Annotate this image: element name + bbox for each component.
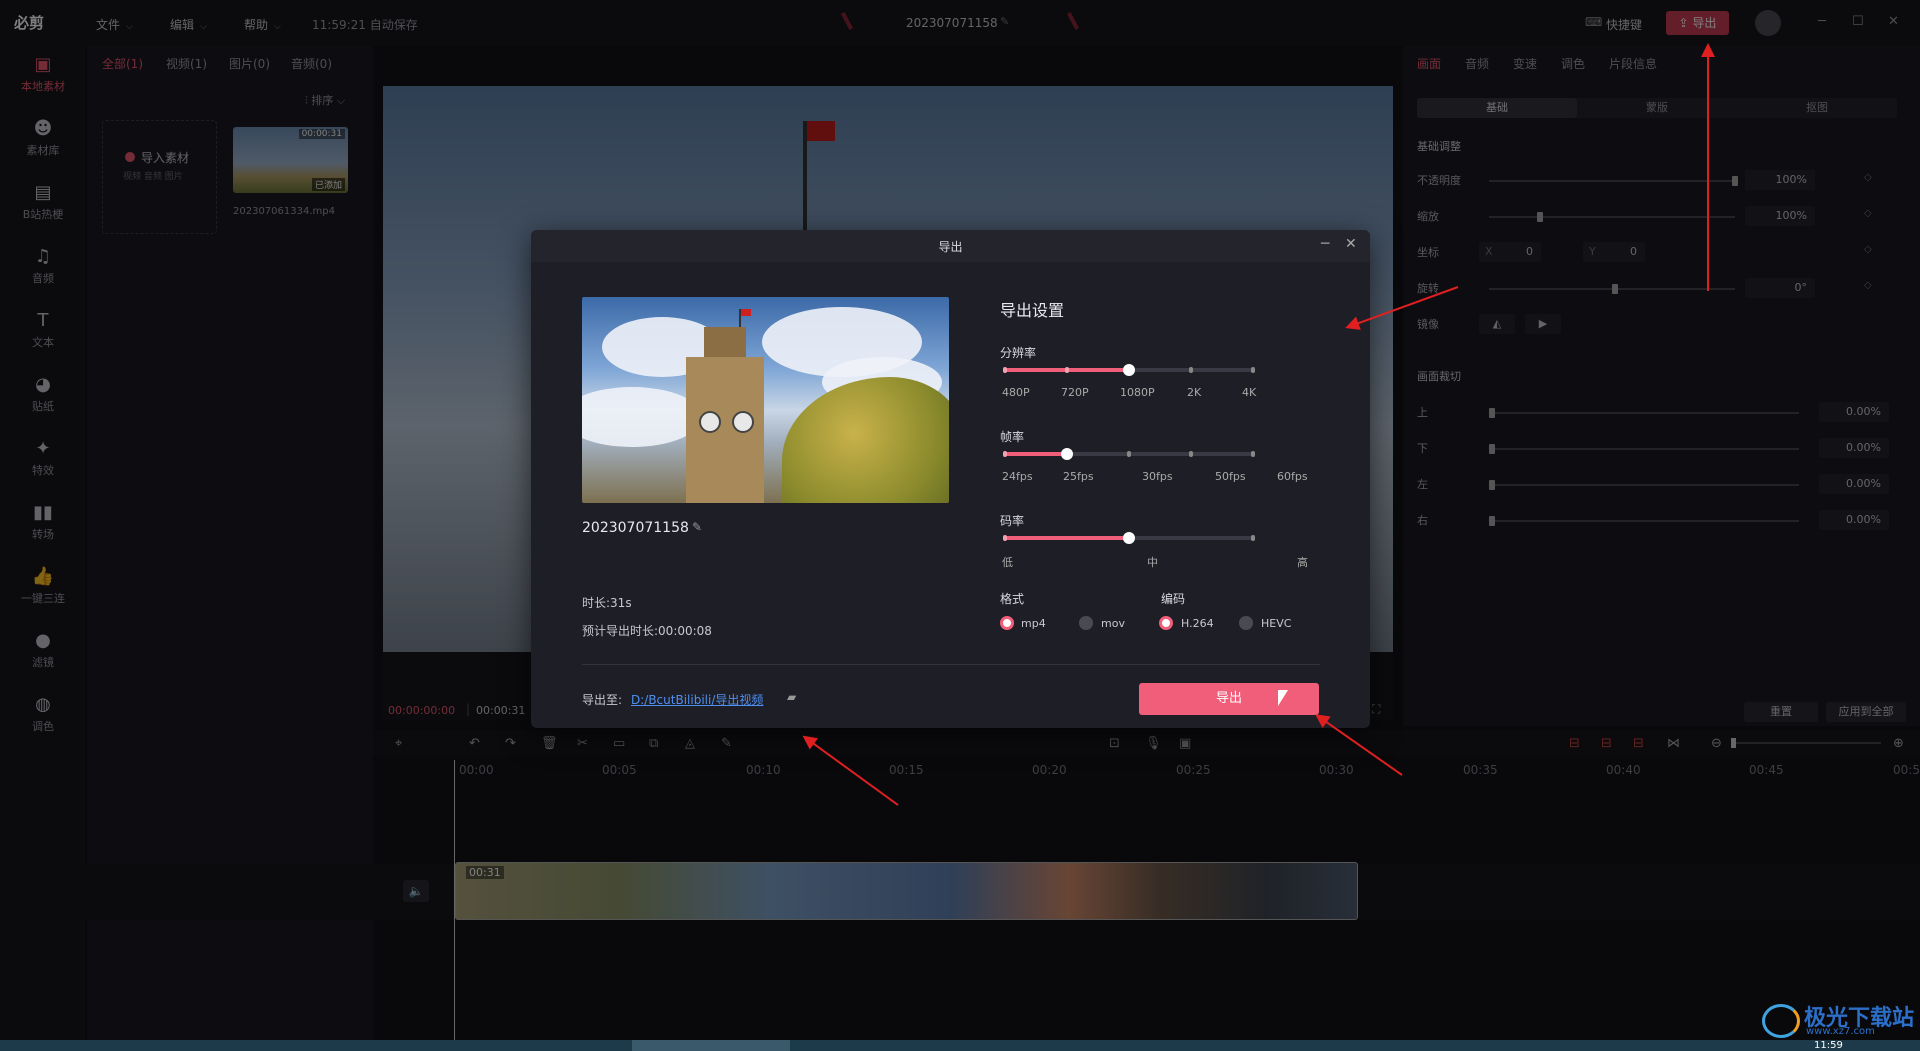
codec-hevc-radio[interactable] [1239,616,1253,630]
dialog-minimize-icon[interactable]: ─ [1321,236,1329,252]
bitrate-option[interactable]: 高 [1297,554,1308,570]
resolution-option[interactable]: 1080P [1120,386,1155,399]
export-path-label: 导出至: [582,693,623,707]
export-path-link[interactable]: D:/BcutBilibili/导出视频 [631,691,763,708]
dialog-header: 导出 ─ ✕ [531,230,1370,262]
edit-name-icon[interactable]: ✎ [692,520,702,534]
fps-option[interactable]: 50fps [1215,470,1246,483]
resolution-label: 分辨率 [1000,346,1037,360]
resolution-option[interactable]: 2K [1187,386,1201,399]
codec-label: 编码 [1161,592,1186,606]
dialog-close-icon[interactable]: ✕ [1345,236,1357,252]
mouse-cursor [1278,690,1288,706]
format-label: 格式 [1000,592,1025,606]
dialog-title: 导出 [938,240,963,254]
export-confirm-button[interactable]: 导出 [1139,683,1319,715]
format-mp4-radio[interactable] [1000,616,1014,630]
slider-knob[interactable] [1123,364,1135,376]
codec-h264-label: H.264 [1181,617,1214,630]
export-preview-image [582,297,949,503]
format-mov-label: mov [1101,617,1125,630]
bitrate-label: 码率 [1000,514,1025,528]
fps-label: 帧率 [1000,430,1025,444]
resolution-option[interactable]: 480P [1002,386,1030,399]
bitrate-option[interactable]: 低 [1002,554,1013,570]
fps-slider[interactable] [1003,448,1255,460]
annotation-arrow [1707,45,1709,291]
watermark-logo [1762,1004,1800,1038]
slider-knob[interactable] [1061,448,1073,460]
resolution-option[interactable]: 4K [1242,386,1256,399]
fps-option[interactable]: 25fps [1063,470,1094,483]
format-mp4-label: mp4 [1021,617,1046,630]
taskbar-active-app[interactable] [632,1040,790,1051]
watermark-url: www.xz7.com [1806,1026,1875,1037]
export-dialog: 导出 ─ ✕ 202307071158 ✎ 时长:31s 预计导出时长:00:0… [531,230,1370,728]
export-estimate: 预计导出时长:00:00:08 [582,624,712,638]
codec-h264-radio[interactable] [1159,616,1173,630]
resolution-option[interactable]: 720P [1061,386,1089,399]
fps-option[interactable]: 30fps [1142,470,1173,483]
bitrate-option[interactable]: 中 [1147,554,1158,570]
format-mov-radio[interactable] [1079,616,1093,630]
dialog-divider [582,664,1320,665]
taskbar-clock: 11:59 [1814,1040,1843,1051]
fps-option[interactable]: 60fps [1277,470,1308,483]
fps-option[interactable]: 24fps [1002,470,1033,483]
export-video-name: 202307071158 [582,520,689,536]
taskbar [0,1040,1920,1051]
bitrate-slider[interactable] [1003,532,1255,544]
export-duration: 时长:31s [582,596,632,610]
slider-knob[interactable] [1123,532,1135,544]
folder-icon[interactable]: ▰ [787,690,796,704]
resolution-slider[interactable] [1003,364,1255,376]
export-settings-title: 导出设置 [1000,301,1065,320]
codec-hevc-label: HEVC [1261,617,1292,630]
